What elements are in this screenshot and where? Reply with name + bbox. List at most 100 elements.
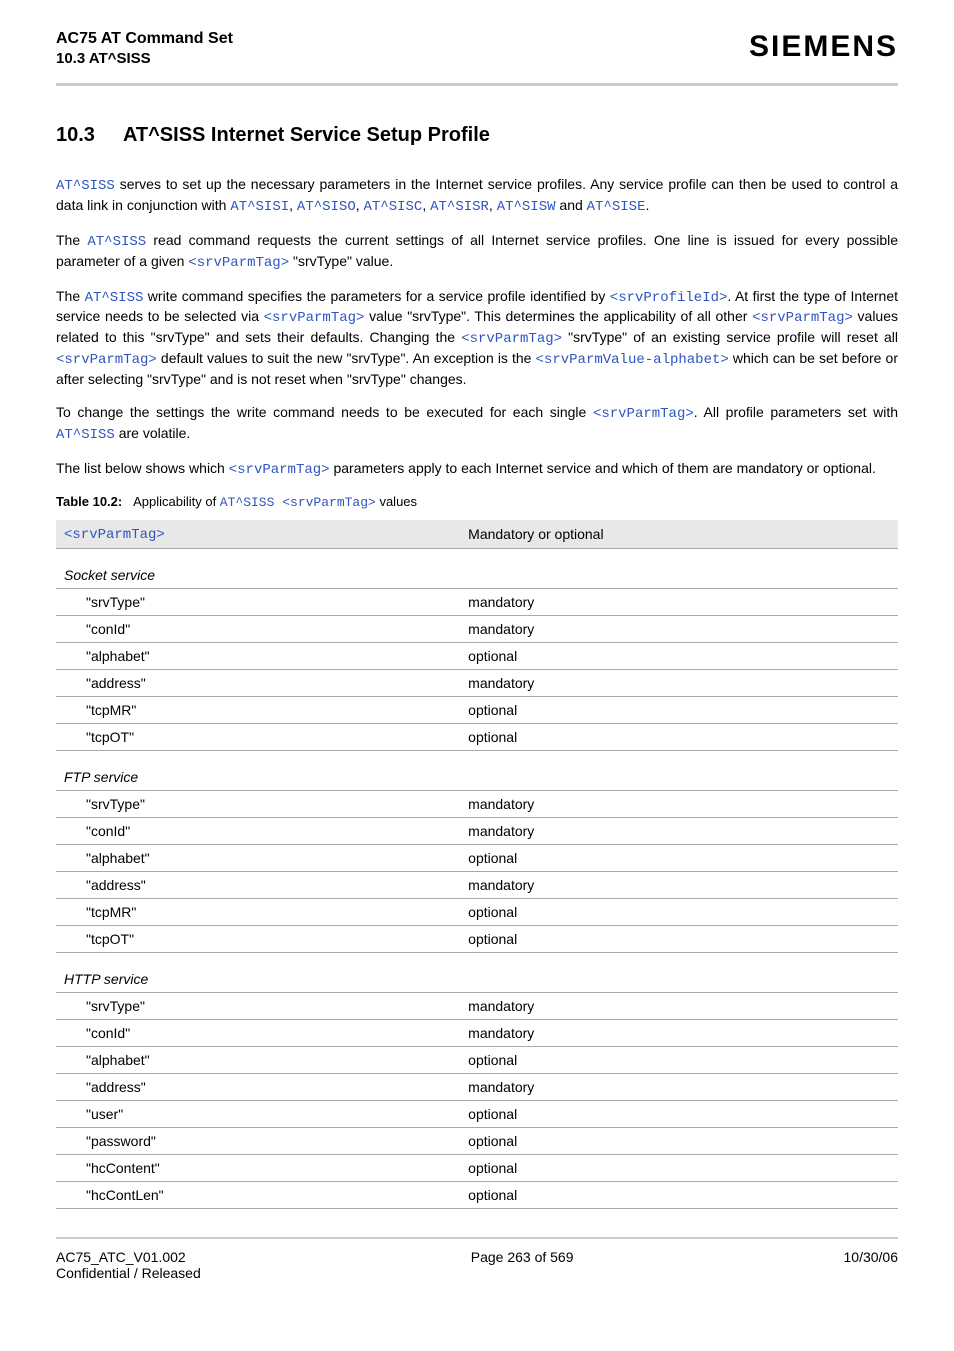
table-row: "alphabet"optional: [56, 844, 898, 871]
param-opt-cell: mandatory: [460, 615, 898, 642]
param-opt-cell: optional: [460, 925, 898, 952]
param-opt-cell: optional: [460, 1046, 898, 1073]
table-row: "address"mandatory: [56, 871, 898, 898]
paragraph-5: The list below shows which <srvParmTag> …: [56, 459, 898, 480]
link-at-sisr[interactable]: AT^SISR: [430, 199, 489, 215]
doc-title: AC75 AT Command Set: [56, 30, 233, 48]
table-row: "hcContent"optional: [56, 1154, 898, 1181]
param-tag-cell: "address": [56, 871, 460, 898]
link-at-siss[interactable]: AT^SISS: [220, 495, 282, 510]
link-at-sisw[interactable]: AT^SISW: [497, 199, 556, 215]
link-srvparmtag[interactable]: <srvParmTag>: [461, 331, 562, 347]
table-row: "user"optional: [56, 1100, 898, 1127]
service-row: HTTP service: [56, 952, 898, 992]
service-name: FTP service: [56, 750, 898, 790]
param-opt-cell: mandatory: [460, 1019, 898, 1046]
service-name: HTTP service: [56, 952, 898, 992]
service-row: Socket service: [56, 548, 898, 588]
param-opt-cell: optional: [460, 723, 898, 750]
table-row: "conId"mandatory: [56, 1019, 898, 1046]
table-row: "tcpMR"optional: [56, 898, 898, 925]
table-row: "conId"mandatory: [56, 817, 898, 844]
table-row: "tcpOT"optional: [56, 925, 898, 952]
service-name: Socket service: [56, 548, 898, 588]
link-at-siss[interactable]: AT^SISS: [85, 290, 144, 306]
footer-left: AC75_ATC_V01.002 Confidential / Released: [56, 1249, 201, 1281]
table-header-tag: <srvParmTag>: [56, 520, 460, 549]
page-header: AC75 AT Command Set 10.3 AT^SISS SIEMENS: [56, 30, 898, 86]
link-at-sisc[interactable]: AT^SISC: [364, 199, 423, 215]
param-tag-cell: "srvType": [56, 588, 460, 615]
link-at-siss[interactable]: AT^SISS: [56, 427, 115, 443]
link-at-siss[interactable]: AT^SISS: [56, 178, 115, 194]
link-srvprofileid[interactable]: <srvProfileId>: [610, 290, 728, 306]
param-tag-cell: "tcpMR": [56, 696, 460, 723]
table-row: "alphabet"optional: [56, 1046, 898, 1073]
page-footer: AC75_ATC_V01.002 Confidential / Released…: [56, 1249, 898, 1281]
param-tag-cell: "password": [56, 1127, 460, 1154]
param-tag-cell: "alphabet": [56, 642, 460, 669]
param-opt-cell: optional: [460, 1181, 898, 1208]
param-opt-cell: mandatory: [460, 1073, 898, 1100]
param-tag-cell: "alphabet": [56, 844, 460, 871]
table-label: Table 10.2:: [56, 494, 122, 509]
table-row: "srvType"mandatory: [56, 992, 898, 1019]
param-tag-cell: "alphabet": [56, 1046, 460, 1073]
param-opt-cell: optional: [460, 696, 898, 723]
paragraph-1: AT^SISS serves to set up the necessary p…: [56, 175, 898, 217]
table-header-opt: Mandatory or optional: [460, 520, 898, 549]
param-opt-cell: optional: [460, 1100, 898, 1127]
table-row: "address"mandatory: [56, 1073, 898, 1100]
param-opt-cell: mandatory: [460, 871, 898, 898]
param-opt-cell: optional: [460, 1154, 898, 1181]
table-row: "address"mandatory: [56, 669, 898, 696]
footer-separator: AC75_ATC_V01.002 Confidential / Released…: [56, 1237, 898, 1281]
param-tag-cell: "tcpMR": [56, 898, 460, 925]
link-srvparmtag[interactable]: <srvParmTag>: [593, 406, 694, 422]
section-heading: 10.3 AT^SISS Internet Service Setup Profi…: [56, 124, 898, 147]
header-left: AC75 AT Command Set 10.3 AT^SISS: [56, 30, 233, 67]
table-caption: Table 10.2: Applicability of AT^SISS <sr…: [56, 494, 898, 510]
footer-date: 10/30/06: [844, 1249, 899, 1281]
table-row: "srvType"mandatory: [56, 790, 898, 817]
link-at-sise[interactable]: AT^SISE: [587, 199, 646, 215]
param-opt-cell: mandatory: [460, 669, 898, 696]
param-tag-cell: "conId": [56, 1019, 460, 1046]
paragraph-2: The AT^SISS read command requests the cu…: [56, 231, 898, 273]
param-tag-cell: "hcContLen": [56, 1181, 460, 1208]
link-srvparmtag[interactable]: <srvParmTag>: [752, 310, 853, 326]
table-row: "conId"mandatory: [56, 615, 898, 642]
brand-logo: SIEMENS: [749, 30, 898, 64]
table-row: "tcpMR"optional: [56, 696, 898, 723]
table-row: "password"optional: [56, 1127, 898, 1154]
param-tag-cell: "srvType": [56, 790, 460, 817]
link-srvparmtag[interactable]: <srvParmTag>: [282, 495, 376, 510]
param-opt-cell: mandatory: [460, 588, 898, 615]
link-srvparmtag[interactable]: <srvParmTag>: [56, 352, 157, 368]
param-tag-cell: "tcpOT": [56, 723, 460, 750]
link-srvparmvalue-alphabet[interactable]: <srvParmValue-alphabet>: [536, 352, 729, 368]
link-at-sisi[interactable]: AT^SISI: [230, 199, 289, 215]
params-table: <srvParmTag> Mandatory or optional Socke…: [56, 520, 898, 1209]
link-at-siss[interactable]: AT^SISS: [87, 234, 146, 250]
link-srvparmtag[interactable]: <srvParmTag>: [188, 255, 289, 271]
param-tag-cell: "address": [56, 669, 460, 696]
link-srvparmtag[interactable]: <srvParmTag>: [229, 462, 330, 478]
table-row: "alphabet"optional: [56, 642, 898, 669]
param-tag-cell: "user": [56, 1100, 460, 1127]
link-srvparmtag[interactable]: <srvParmTag>: [264, 310, 365, 326]
param-tag-cell: "tcpOT": [56, 925, 460, 952]
link-at-siso[interactable]: AT^SISO: [297, 199, 356, 215]
param-opt-cell: mandatory: [460, 790, 898, 817]
service-row: FTP service: [56, 750, 898, 790]
param-opt-cell: optional: [460, 642, 898, 669]
param-tag-cell: "conId": [56, 817, 460, 844]
paragraph-4: To change the settings the write command…: [56, 403, 898, 445]
doc-section: 10.3 AT^SISS: [56, 50, 233, 67]
section-title: AT^SISS Internet Service Setup Profile: [123, 124, 490, 146]
footer-page: Page 263 of 569: [471, 1249, 574, 1281]
param-tag-cell: "conId": [56, 615, 460, 642]
param-opt-cell: mandatory: [460, 817, 898, 844]
param-tag-cell: "hcContent": [56, 1154, 460, 1181]
section-number: 10.3: [56, 124, 95, 147]
